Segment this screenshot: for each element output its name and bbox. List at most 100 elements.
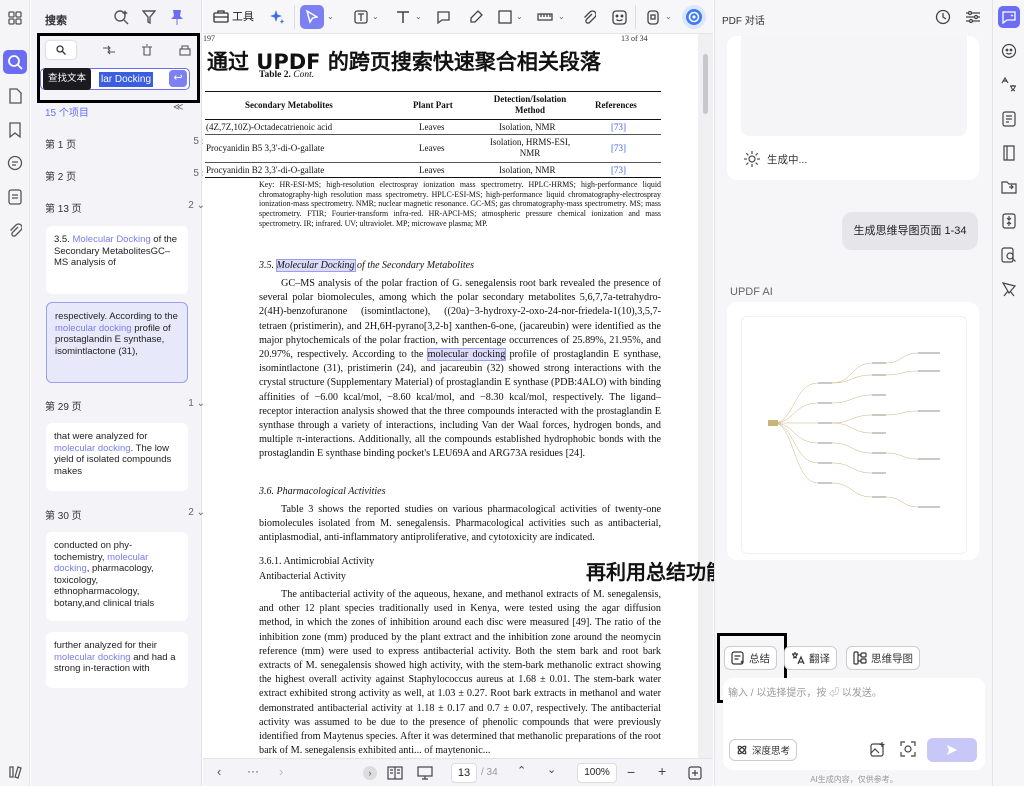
search-query-selection: lar Docking [99, 72, 154, 87]
ocr-translate-icon[interactable] [998, 74, 1020, 96]
presentation-stand-icon[interactable] [998, 278, 1020, 300]
mindmap-chip[interactable]: 思维导图 [846, 646, 920, 670]
page-header-number: 197 [203, 34, 215, 43]
search-hit[interactable]: Molecular Docking [275, 259, 356, 272]
translate-chip[interactable]: 翻译 [784, 646, 837, 670]
search-text-icon[interactable] [46, 41, 76, 59]
group-label: 第 29 页 [45, 402, 82, 413]
compress-icon[interactable] [998, 210, 1020, 232]
chat-input-box[interactable]: 输入 / 以选择提示，按 ⏎ 以发送。 深度思考 [723, 678, 985, 770]
search-result-item[interactable]: that were analyzed for molecular docking… [46, 423, 188, 491]
chip-label: 总结 [749, 652, 770, 665]
redact-icon[interactable] [179, 44, 191, 56]
chevron-down-icon[interactable]: ⌄ [665, 12, 672, 21]
zoom-level[interactable]: 100% [577, 763, 617, 783]
chat-title: PDF 对话 [722, 16, 765, 27]
ai-assistant-icon[interactable] [998, 40, 1020, 62]
more-icon[interactable]: ··· [247, 764, 259, 778]
scrollbar-thumb[interactable] [703, 54, 708, 114]
fit-page-icon[interactable] [688, 766, 702, 780]
chevron-left-icon[interactable]: ‹ [217, 764, 221, 779]
select-cursor-icon[interactable] [300, 5, 324, 29]
search-icon[interactable] [3, 50, 27, 74]
delete-icon[interactable] [141, 44, 153, 56]
bookmark-icon[interactable] [3, 118, 27, 142]
search-result-item-selected[interactable]: respectively. According to the molecular… [46, 302, 188, 383]
chevron-down-icon[interactable]: ⌄ [558, 12, 565, 21]
history-icon[interactable] [935, 9, 951, 25]
page-down-icon[interactable]: ⌄ [547, 763, 556, 776]
measure-icon[interactable] [535, 7, 555, 27]
chip-label: 翻译 [809, 652, 830, 665]
search-result-item[interactable]: conducted on phy-tochemistry, molecular … [46, 532, 188, 621]
ebook-icon[interactable] [998, 142, 1020, 164]
sticker-icon[interactable] [609, 7, 629, 27]
page-group-29[interactable]: 第 29 页1 ⌄ [45, 398, 205, 413]
presentation-icon[interactable] [417, 766, 433, 780]
folder-export-icon[interactable] [998, 176, 1020, 198]
table-cell: [73] [611, 165, 626, 175]
attachment-page-icon[interactable] [3, 185, 27, 209]
text-icon[interactable] [393, 7, 413, 27]
page-number-input[interactable]: 13 [451, 763, 477, 783]
highlighter-icon[interactable] [465, 7, 485, 27]
page-group-1[interactable]: 第 1 页5 › [45, 136, 205, 151]
chevron-down-icon[interactable]: ⌄ [327, 12, 334, 21]
replace-icon[interactable] [102, 44, 116, 56]
comment-icon[interactable] [3, 151, 27, 175]
summary-chip[interactable]: 总结 [724, 646, 777, 670]
settings-sliders-icon[interactable] [965, 10, 981, 24]
page-group-13[interactable]: 第 13 页2 ⌄ [45, 200, 205, 215]
vertical-scrollbar[interactable] [698, 34, 713, 758]
search-hit[interactable]: molecular docking [426, 348, 507, 362]
ai-sparkle-icon[interactable] [267, 7, 287, 27]
textbox-icon[interactable] [351, 7, 371, 27]
search-result-item[interactable]: 3.5. Molecular Docking of the Secondary … [46, 226, 188, 294]
page-group-2[interactable]: 第 2 页5 › [45, 168, 205, 183]
grid-icon[interactable] [3, 6, 27, 30]
shape-icon[interactable] [495, 7, 515, 27]
stamp-icon[interactable] [643, 7, 663, 27]
group-label: 第 1 页 [45, 140, 77, 151]
form-icon[interactable] [998, 108, 1020, 130]
search-result-item[interactable]: further analyzed for their molecular doc… [46, 632, 188, 688]
collapse-all-icon[interactable]: ≪ [173, 102, 183, 113]
group-label: 第 30 页 [45, 511, 82, 522]
expand-icon[interactable]: › [363, 766, 377, 780]
chevron-down-icon[interactable]: ⌄ [516, 12, 523, 21]
layers-icon[interactable] [3, 760, 27, 784]
attach-icon[interactable] [579, 7, 599, 27]
table-key: Key: HR-ESI-MS; high-resolution electros… [259, 180, 661, 228]
search-document-icon[interactable] [998, 244, 1020, 266]
chevron-down-icon[interactable]: ⌄ [372, 12, 379, 21]
ai-disclaimer: AI生成内容，仅供参考。 [810, 775, 898, 784]
deep-think-label: 深度思考 [752, 746, 791, 757]
ai-chat-icon[interactable] [998, 6, 1020, 28]
tools-button[interactable]: 工具 [213, 8, 254, 24]
chevron-down-icon[interactable]: ⌄ [415, 12, 422, 21]
page-thumbnail-icon[interactable] [3, 84, 27, 108]
deep-think-toggle[interactable]: 深度思考 [729, 739, 798, 761]
chevron-right-icon[interactable]: › [279, 764, 283, 779]
add-image-icon[interactable] [870, 741, 886, 757]
enter-icon[interactable]: ↩ [169, 70, 187, 87]
page-group-30[interactable]: 第 30 页2 ⌄ [45, 507, 205, 522]
zoom-out-icon[interactable]: − [627, 764, 635, 780]
table-rule [205, 162, 661, 163]
page-up-icon[interactable]: ⌃ [517, 764, 526, 777]
table-cell: Procyanidin B5 3,3′-di-O-gallate [206, 143, 325, 153]
zoom-in-icon[interactable]: + [658, 763, 666, 779]
section-number: 3.5. [259, 260, 277, 271]
updf-ai-icon[interactable] [682, 5, 706, 29]
filter-icon[interactable] [142, 10, 156, 24]
pin-icon[interactable] [171, 9, 183, 25]
send-button[interactable] [927, 738, 977, 762]
screenshot-icon[interactable] [900, 741, 916, 757]
paperclip-icon[interactable] [3, 219, 27, 243]
comment-bubble-icon[interactable] [433, 7, 453, 27]
mindmap-image[interactable] [741, 316, 967, 554]
page-layout-icon[interactable] [387, 766, 403, 780]
search-filter-icon[interactable] [113, 9, 129, 25]
preview-area [741, 36, 967, 136]
table-header: Detection/Isolation Method [493, 94, 567, 115]
